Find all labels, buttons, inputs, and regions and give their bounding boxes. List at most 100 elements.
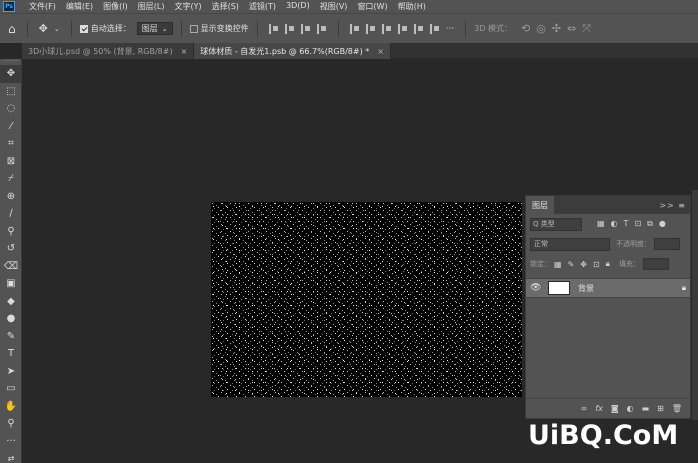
- blend-mode-dropdown[interactable]: 正常: [530, 237, 610, 251]
- pen-tool-icon[interactable]: ✎: [0, 328, 22, 346]
- 3d-scale-icon[interactable]: ⤧: [582, 22, 591, 36]
- menu-file[interactable]: 文件(F): [29, 1, 56, 12]
- zoom-tool-icon[interactable]: ⚲: [0, 415, 22, 433]
- 3d-roll-icon[interactable]: ◎: [536, 22, 546, 35]
- eraser-tool-icon[interactable]: ⌫: [0, 258, 22, 276]
- rectangle-tool-icon[interactable]: ▭: [0, 380, 22, 398]
- shape-filter-icon[interactable]: ⊡: [634, 219, 641, 229]
- layer-filter-row: Q 类型 ▦ ◐ T ⊡ ⧉ ●: [526, 214, 690, 234]
- more-tools-icon[interactable]: ···: [0, 433, 22, 451]
- marquee-tool-icon[interactable]: ⬚: [0, 83, 22, 101]
- menu-select[interactable]: 选择(S): [212, 1, 239, 12]
- lasso-tool-icon[interactable]: ◌: [0, 100, 22, 118]
- menu-type[interactable]: 文字(Y): [174, 1, 201, 12]
- home-icon[interactable]: ⌂: [8, 22, 16, 36]
- filter-toggle-icon[interactable]: ●: [659, 219, 666, 229]
- distribute-spacing-icon[interactable]: [429, 23, 440, 34]
- hand-tool-icon[interactable]: ✋: [0, 398, 22, 416]
- layers-panel: 图层 >> ≡ Q 类型 ▦ ◐ T ⊡ ⧉ ● 正常 不透明度： 锁定： ▦ …: [525, 195, 691, 419]
- history-brush-tool-icon[interactable]: ↺: [0, 240, 22, 258]
- vertical-scrollbar[interactable]: [692, 190, 698, 420]
- move-tool-icon[interactable]: ✥: [0, 65, 22, 83]
- healing-brush-tool-icon[interactable]: ⊕: [0, 188, 22, 206]
- lock-image-icon[interactable]: ✎: [568, 260, 575, 269]
- eyedropper-tool-icon[interactable]: ⌿: [0, 170, 22, 188]
- eye-icon[interactable]: 👁︎: [530, 283, 544, 293]
- close-icon[interactable]: ×: [377, 47, 384, 56]
- gradient-tool-icon[interactable]: ▣: [0, 275, 22, 293]
- tools-panel: ✥ ⬚ ◌ ⁄ ⌗ ⊠ ⌿ ⊕ ∕ ⚲ ↺ ⌫ ▣ ◆ ● ✎ T ➤ ▭ ✋ …: [0, 59, 22, 463]
- dodge-tool-icon[interactable]: ●: [0, 310, 22, 328]
- menu-window[interactable]: 窗口(W): [357, 1, 387, 12]
- options-bar: ⌂ ✥ ⌄ 自动选择： 图层 ⌄ 显示变换控件 ··· 3D 模式： ⟲ ◎ ✣…: [0, 13, 698, 43]
- menu-layer[interactable]: 图层(L): [138, 1, 165, 12]
- align-center-icon[interactable]: [284, 23, 295, 34]
- magic-wand-tool-icon[interactable]: ⁄: [0, 118, 22, 136]
- menu-3d[interactable]: 3D(D): [286, 1, 310, 12]
- brush-tool-icon[interactable]: ∕: [0, 205, 22, 223]
- delete-layer-icon[interactable]: 🗑︎: [672, 404, 682, 413]
- close-icon[interactable]: ×: [181, 47, 188, 56]
- distribute-icon[interactable]: [316, 23, 327, 34]
- layer-thumbnail: [548, 281, 570, 295]
- menu-bar: Ps 文件(F) 编辑(E) 图像(I) 图层(L) 文字(Y) 选择(S) 滤…: [0, 0, 698, 13]
- chevron-down-icon[interactable]: ⌄: [54, 25, 60, 33]
- layers-panel-footer: ∞ fx ◙ ◐ ▬ ⊞ 🗑︎: [526, 398, 690, 418]
- menu-view[interactable]: 视图(V): [320, 1, 348, 12]
- 3d-pan-icon[interactable]: ✣: [552, 22, 561, 35]
- pixel-filter-icon[interactable]: ▦: [597, 219, 605, 229]
- menu-help[interactable]: 帮助(H): [398, 1, 426, 12]
- 3d-slide-icon[interactable]: ⇔: [567, 22, 576, 35]
- lock-label: 锁定：: [530, 260, 551, 268]
- distribute-horizontal-icon[interactable]: [413, 23, 424, 34]
- fx-icon[interactable]: fx: [595, 404, 603, 413]
- auto-select-target-dropdown[interactable]: 图层 ⌄: [136, 22, 173, 35]
- new-layer-icon[interactable]: ⊞: [657, 404, 664, 413]
- toolbar-grip[interactable]: [4, 60, 17, 64]
- layer-kind-filter[interactable]: Q 类型: [530, 217, 582, 231]
- show-transform-checkbox[interactable]: [189, 24, 198, 33]
- crop-tool-icon[interactable]: ⌗: [0, 135, 22, 153]
- opacity-field[interactable]: [654, 238, 680, 250]
- more-options-icon[interactable]: ···: [446, 24, 455, 34]
- smart-object-filter-icon[interactable]: ⧉: [647, 219, 653, 229]
- tab-layers[interactable]: 图层: [526, 196, 554, 214]
- menu-image[interactable]: 图像(I): [103, 1, 128, 12]
- move-tool-icon[interactable]: ✥: [39, 22, 48, 35]
- document-canvas[interactable]: [211, 202, 522, 397]
- panel-menu-icon[interactable]: >> ≡: [659, 201, 686, 210]
- 3d-orbit-icon[interactable]: ⟲: [521, 22, 530, 35]
- watermark: UiBQ.CoM: [528, 420, 679, 451]
- lock-position-icon[interactable]: ✥: [580, 260, 587, 269]
- clone-stamp-tool-icon[interactable]: ⚲: [0, 223, 22, 241]
- align-bottom-icon[interactable]: [381, 23, 392, 34]
- divider: [256, 20, 258, 37]
- frame-tool-icon[interactable]: ⊠: [0, 153, 22, 171]
- lock-transparent-icon[interactable]: ▦: [554, 260, 562, 269]
- path-selection-tool-icon[interactable]: ➤: [0, 363, 22, 381]
- distribute-vertical-icon[interactable]: [397, 23, 408, 34]
- lock-all-icon[interactable]: 🔒︎: [606, 259, 610, 269]
- type-filter-icon[interactable]: T: [624, 219, 629, 229]
- new-group-icon[interactable]: ▬: [642, 404, 650, 413]
- align-right-icon[interactable]: [300, 23, 311, 34]
- lock-artboard-icon[interactable]: ⊡: [593, 260, 600, 269]
- layer-row[interactable]: 👁︎ 背景 🔒︎: [526, 278, 690, 298]
- tab-document-2[interactable]: 球体材质 - 自发光1.psb @ 66.7%(RGB/8#) * ×: [194, 43, 391, 59]
- blur-tool-icon[interactable]: ◆: [0, 293, 22, 311]
- add-mask-icon[interactable]: ◙: [611, 404, 619, 413]
- align-left-icon[interactable]: [268, 23, 279, 34]
- menu-edit[interactable]: 编辑(E): [66, 1, 93, 12]
- menu-filter[interactable]: 滤镜(T): [249, 1, 276, 12]
- adjustment-filter-icon[interactable]: ◐: [611, 219, 618, 229]
- type-tool-icon[interactable]: T: [0, 345, 22, 363]
- swap-colors-icon[interactable]: ⇄: [0, 450, 22, 463]
- align-top-icon[interactable]: [349, 23, 360, 34]
- auto-select-checkbox[interactable]: [79, 24, 88, 33]
- fill-field[interactable]: [642, 258, 669, 270]
- link-layers-icon[interactable]: ∞: [581, 404, 588, 413]
- tab-document-1[interactable]: 3D小球儿.psd @ 50% (背景, RGB/8#) ×: [22, 43, 195, 59]
- align-middle-icon[interactable]: [365, 23, 376, 34]
- adjustment-layer-icon[interactable]: ◐: [627, 404, 634, 413]
- divider: [26, 20, 28, 37]
